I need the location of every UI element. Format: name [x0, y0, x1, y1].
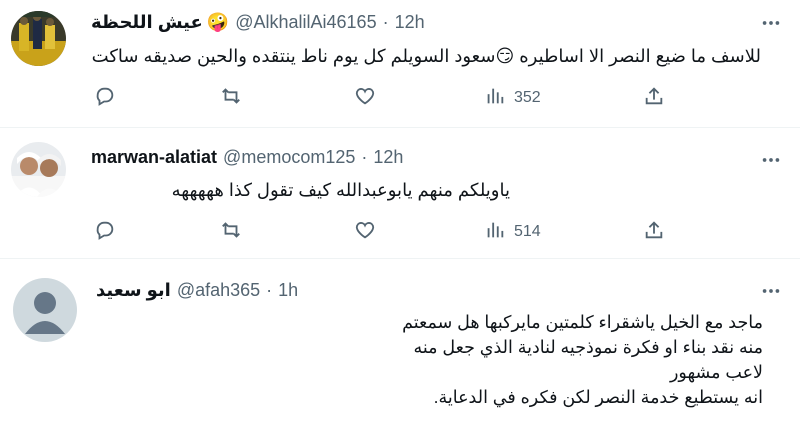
display-name-text: عيش اللحظة	[91, 12, 203, 32]
tweet-text-line: انه يستطيع خدمة النصر لكن فكره في الدعاي…	[433, 387, 763, 407]
tweet-actions: 514	[0, 217, 800, 247]
separator-dot: ·	[382, 12, 389, 32]
reply-button[interactable]	[94, 217, 116, 247]
tweet-text: ماجد مع الخيل ياشقراء كلمتين مايركبها هل…	[402, 310, 763, 410]
tweet-actions: 352	[0, 83, 800, 113]
user-handle[interactable]: @memocom125	[223, 147, 355, 168]
heart-icon	[354, 85, 376, 112]
views-count: 514	[514, 223, 541, 240]
timestamp[interactable]: 12h	[373, 147, 403, 168]
views-button[interactable]: 514	[484, 217, 541, 247]
tweet-header: ابو سعيد @afah365 · 1h	[96, 280, 298, 301]
share-button[interactable]	[643, 83, 665, 113]
tweet-text-line: لاعب مشهور	[669, 362, 763, 382]
share-icon	[643, 85, 665, 112]
separator-dot: ·	[266, 280, 273, 300]
more-options-icon[interactable]	[756, 12, 786, 34]
views-button[interactable]: 352	[484, 83, 541, 113]
tweet-header: عيش اللحظة 🤪 @AlkhalilAi46165 · 12h	[91, 12, 425, 33]
avatar-default[interactable]	[13, 278, 77, 342]
emoji: 🤪	[206, 12, 230, 32]
reply-icon	[94, 85, 116, 112]
share-button[interactable]	[643, 217, 665, 247]
display-name[interactable]: marwan-alatiat	[91, 147, 217, 168]
retweet-button[interactable]	[220, 83, 242, 113]
display-name[interactable]: عيش اللحظة 🤪	[91, 12, 229, 33]
avatar[interactable]	[11, 142, 66, 197]
tweet[interactable]: عيش اللحظة 🤪 @AlkhalilAi46165 · 12h للاس…	[0, 0, 800, 128]
reply-icon	[94, 219, 116, 246]
heart-icon	[354, 219, 376, 246]
tweet-text: ياويلكم منهم يابوعبدالله كيف تقول كذا هه…	[171, 180, 510, 200]
like-button[interactable]	[354, 83, 376, 113]
more-options-icon[interactable]	[756, 280, 786, 302]
user-handle[interactable]: @AlkhalilAi46165	[235, 12, 376, 33]
avatar[interactable]	[11, 11, 66, 66]
retweet-button[interactable]	[220, 217, 242, 247]
display-name[interactable]: ابو سعيد	[96, 280, 171, 301]
tweet-text-line: منه نقد بناء او فكرة نموذجيه لنادية الذي…	[413, 337, 763, 357]
tweet-text: للاسف ما ضيع النصر الا اساطيره 😏سعود الس…	[91, 46, 761, 66]
retweet-icon	[220, 85, 242, 112]
views-chart-icon	[484, 219, 506, 246]
views-chart-icon	[484, 85, 506, 112]
reply-button[interactable]	[94, 83, 116, 113]
more-options-icon[interactable]	[756, 149, 786, 171]
separator-dot: ·	[361, 147, 368, 167]
retweet-icon	[220, 219, 242, 246]
tweet[interactable]: marwan-alatiat @memocom125 · 12h ياويلكم…	[0, 129, 800, 259]
tweet[interactable]: ابو سعيد @afah365 · 1h ماجد مع الخيل ياش…	[0, 260, 800, 428]
share-icon	[643, 219, 665, 246]
tweet-header: marwan-alatiat @memocom125 · 12h	[91, 147, 403, 168]
user-handle[interactable]: @afah365	[177, 280, 260, 301]
timestamp[interactable]: 1h	[278, 280, 298, 301]
tweet-text-line: ماجد مع الخيل ياشقراء كلمتين مايركبها هل…	[402, 312, 763, 332]
views-count: 352	[514, 89, 541, 106]
like-button[interactable]	[354, 217, 376, 247]
timestamp[interactable]: 12h	[395, 12, 425, 33]
